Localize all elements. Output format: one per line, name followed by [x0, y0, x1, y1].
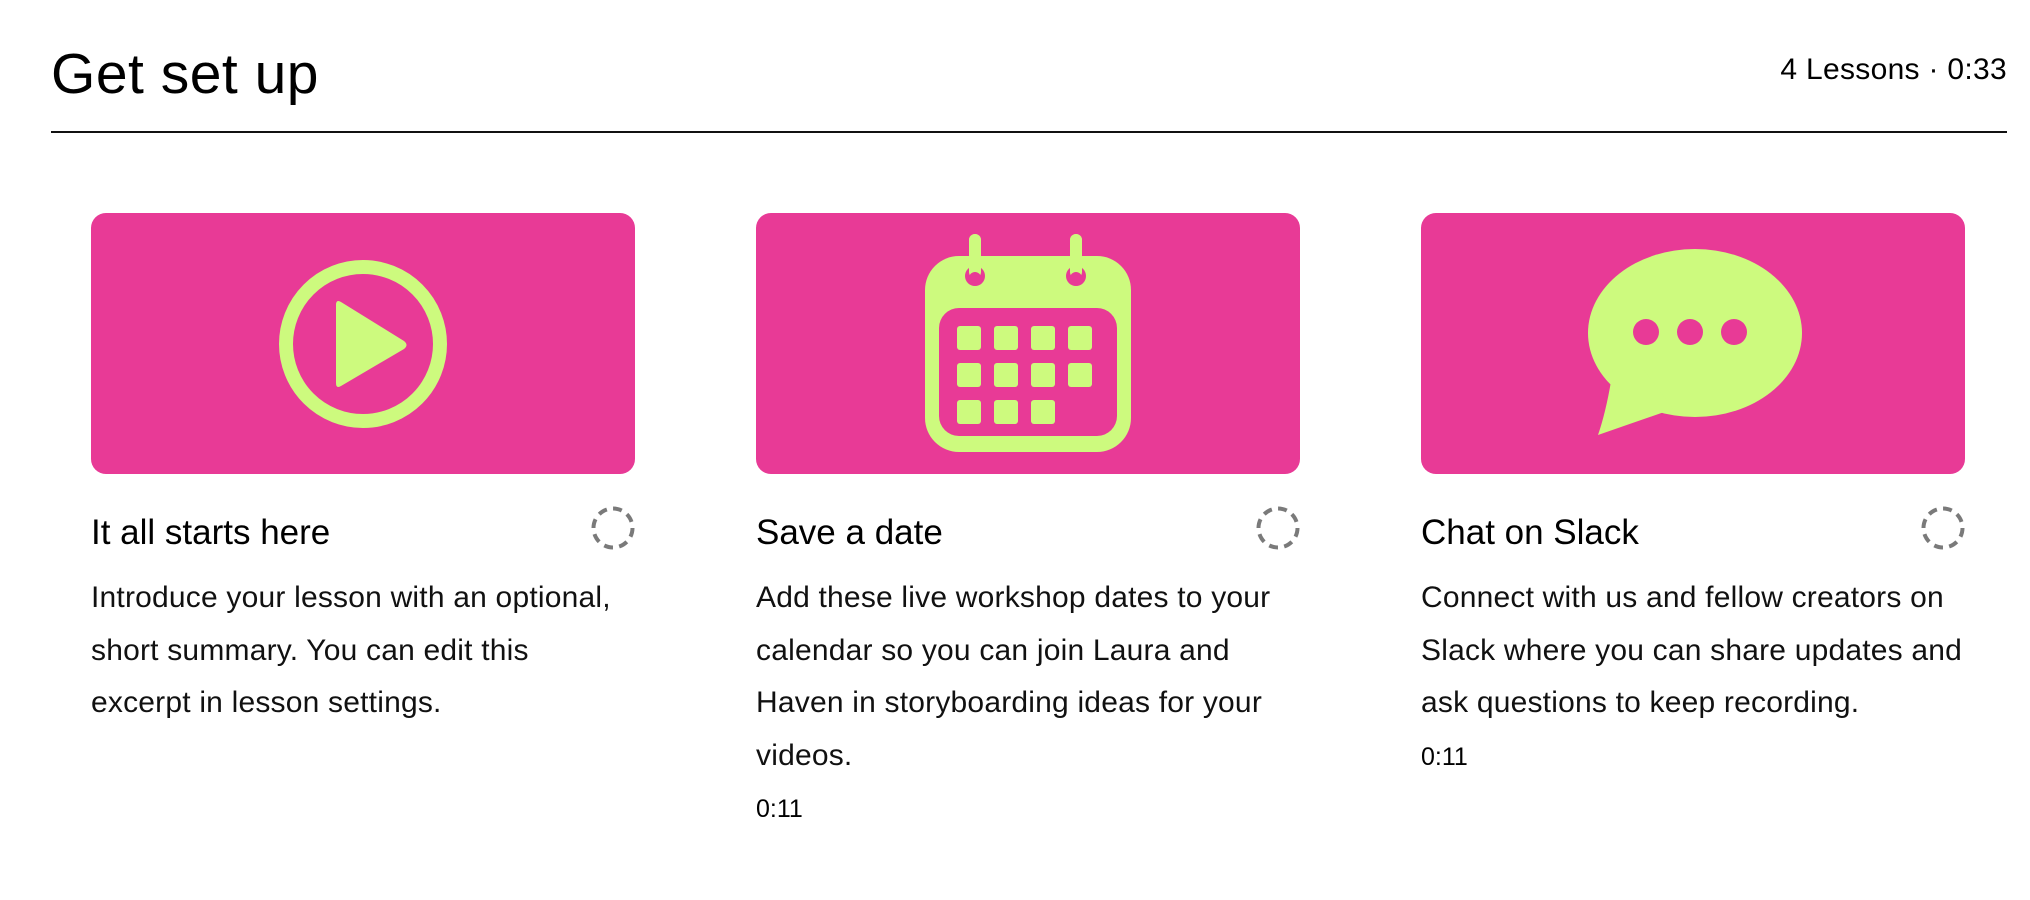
lesson-thumbnail[interactable] [1421, 213, 1965, 474]
play-circle-icon [279, 259, 447, 428]
lesson-status-icon[interactable] [591, 506, 635, 550]
section-title: Get set up [51, 42, 319, 106]
lesson-header: It all starts here [91, 506, 635, 558]
lesson-status-icon[interactable] [1921, 506, 1965, 550]
lesson-card[interactable]: It all starts here Introduce your lesson… [91, 213, 635, 730]
lesson-card[interactable]: Save a date Add these live workshop date… [756, 213, 1300, 826]
course-section: Get set up 4 Lessons · 0:33 It all start… [0, 0, 2030, 900]
lesson-thumbnail[interactable] [756, 213, 1300, 474]
lesson-header: Chat on Slack [1421, 506, 1965, 558]
lesson-thumbnail[interactable] [91, 213, 635, 474]
lesson-title[interactable]: It all starts here [91, 510, 330, 556]
chat-bubble-icon [1588, 248, 1802, 435]
lesson-description: Connect with us and fellow creators on S… [1421, 581, 1963, 719]
lesson-duration: 0:11 [756, 795, 803, 823]
lesson-card[interactable]: Chat on Slack Connect with us and fellow… [1421, 213, 1965, 774]
calendar-icon [925, 233, 1131, 452]
lesson-status-icon[interactable] [1256, 506, 1300, 550]
lesson-title[interactable]: Save a date [756, 510, 943, 556]
lesson-header: Save a date [756, 506, 1300, 558]
lesson-duration: 0:11 [1421, 742, 1468, 771]
lesson-description: Add these live workshop dates to your ca… [756, 581, 1271, 772]
section-lesson-count: 4 Lessons · 0:33 [1780, 53, 2007, 86]
section-header: Get set up 4 Lessons · 0:33 [51, 0, 2007, 133]
lesson-title[interactable]: Chat on Slack [1421, 510, 1639, 556]
lesson-description: Introduce your lesson with an optional, … [91, 581, 611, 719]
